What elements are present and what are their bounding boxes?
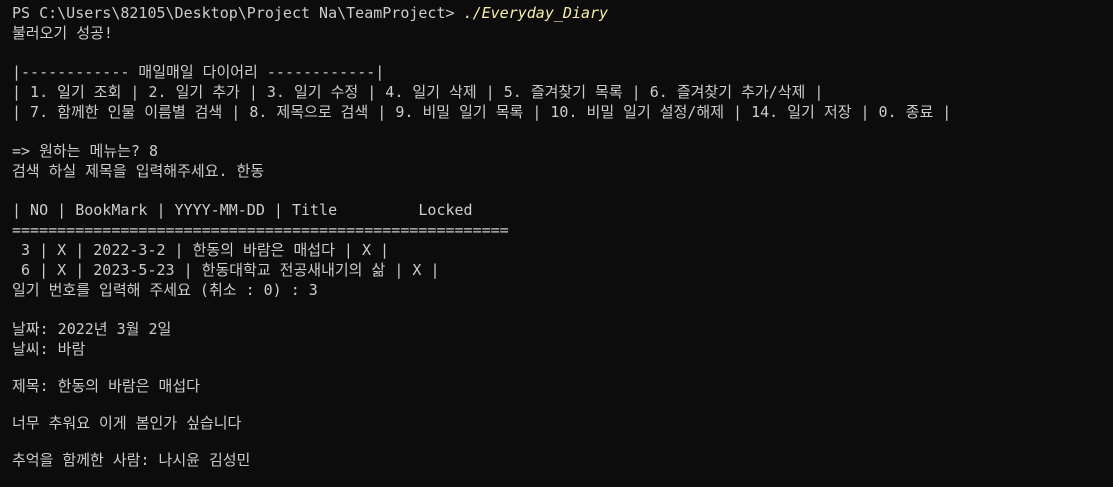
- prompt-path: PS C:\Users\82105\Desktop\Project Na\Tea…: [12, 4, 464, 22]
- entry-title: 제목: 한동의 바람은 매섭다: [12, 377, 200, 395]
- entry-people: 추억을 함께한 사람: 나시윤 김성민: [12, 451, 251, 469]
- prompt-command: ./Everyday_Diary: [463, 4, 609, 22]
- menu-title-line: |------------ 매일매일 다이어리 ------------|: [12, 63, 385, 81]
- table-header: | NO | BookMark | YYYY-MM-DD | Title Loc…: [12, 201, 473, 219]
- terminal-window[interactable]: PS C:\Users\82105\Desktop\Project Na\Tea…: [0, 0, 1113, 487]
- search-prompt: 검색 하실 제목을 입력해주세요. 한동: [12, 162, 265, 180]
- table-row: 3 | X | 2022-3-2 | 한동의 바람은 매섭다 | X |: [12, 241, 390, 259]
- menu-row-2: | 7. 함께한 인물 이름별 검색 | 8. 제목으로 검색 | 9. 비밀 …: [12, 103, 952, 121]
- entry-body: 너무 추워요 이게 봄인가 싶습니다: [12, 414, 242, 432]
- menu-prompt: => 원하는 메뉴는? 8: [12, 142, 159, 160]
- entry-weather: 날씨: 바람: [12, 340, 86, 358]
- prompt-line: PS C:\Users\82105\Desktop\Project Na\Tea…: [12, 3, 1113, 23]
- table-separator: ========================================…: [12, 221, 509, 239]
- select-prompt: 일기 번호를 입력해 주세요 (취소 : 0) : 3: [12, 281, 318, 299]
- menu-row-1: | 1. 일기 조회 | 2. 일기 추가 | 3. 일기 수정 | 4. 일기…: [12, 83, 824, 101]
- load-message: 불러오기 성공!: [12, 24, 113, 42]
- table-row: 6 | X | 2023-5-23 | 한동대학교 전공새내기의 삶 | X |: [12, 261, 440, 279]
- entry-date: 날짜: 2022년 3월 2일: [12, 320, 172, 338]
